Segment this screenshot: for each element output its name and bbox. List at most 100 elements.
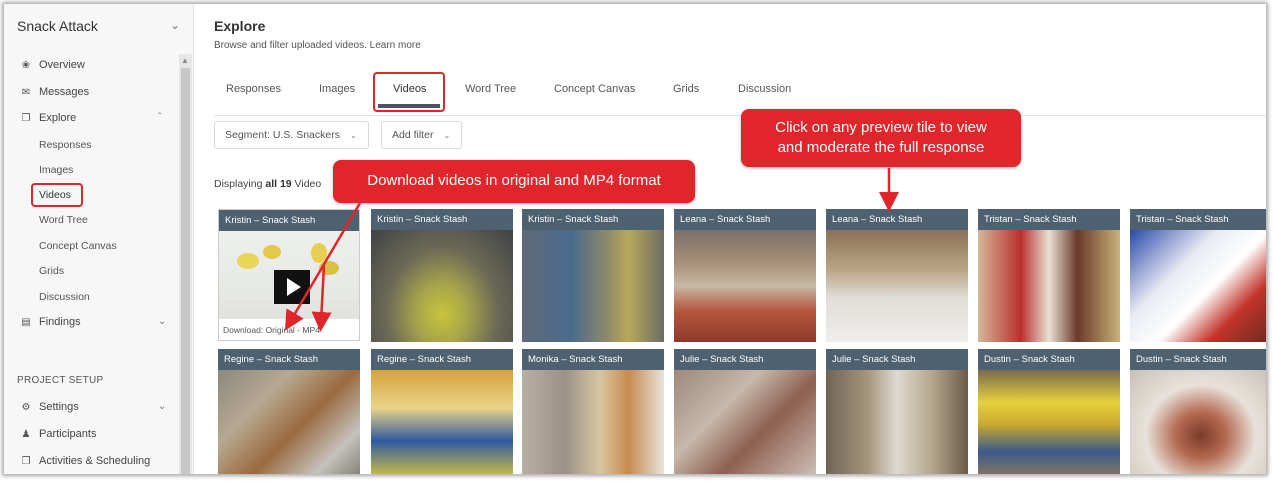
- video-thumbnail: [1130, 370, 1266, 474]
- video-tile[interactable]: Leana – Snack Stash: [674, 209, 816, 342]
- person-icon: ♟: [21, 428, 31, 440]
- chevron-down-icon[interactable]: ⌄: [158, 316, 166, 327]
- tab-discussion[interactable]: Discussion: [738, 83, 791, 95]
- copy-icon: ❐: [21, 112, 31, 124]
- tab-images[interactable]: Images: [319, 83, 355, 95]
- sidebar-item-grids[interactable]: Grids: [39, 265, 64, 277]
- tile-title: Leana – Snack Stash: [674, 209, 816, 230]
- add-filter-button[interactable]: Add filter ⌄: [381, 121, 462, 149]
- sidebar-item-responses[interactable]: Responses: [39, 139, 92, 151]
- sidebar-item-label: Explore: [39, 112, 77, 124]
- tab-bar: Responses Images Videos Word Tree Concep…: [214, 68, 1266, 116]
- video-thumbnail: [826, 230, 968, 342]
- download-callout: Download videos in original and MP4 form…: [333, 160, 695, 203]
- video-thumbnail: [218, 370, 360, 474]
- sidebar-item-images[interactable]: Images: [39, 164, 73, 176]
- video-tile[interactable]: Tristan – Snack Stash: [978, 209, 1120, 342]
- video-tile[interactable]: Kristin – Snack Stash: [522, 209, 664, 342]
- preview-callout: Click on any preview tile to view and mo…: [741, 109, 1021, 167]
- scrollbar-thumb[interactable]: [181, 68, 190, 474]
- video-tile[interactable]: Regine – Snack Stash: [218, 349, 360, 474]
- video-thumbnail: [674, 370, 816, 474]
- sidebar-item-label: Overview: [39, 59, 85, 71]
- dashboard-icon: ❀: [21, 59, 31, 71]
- tile-title: Regine – Snack Stash: [218, 349, 360, 370]
- tile-title: Kristin – Snack Stash: [371, 209, 513, 230]
- tile-title: Tristan – Snack Stash: [978, 209, 1120, 230]
- video-thumbnail: [522, 230, 664, 342]
- video-thumbnail: [522, 370, 664, 474]
- tile-title: Tristan – Snack Stash: [1130, 209, 1266, 230]
- video-tile[interactable]: Dustin – Snack Stash: [978, 349, 1120, 474]
- tab-responses[interactable]: Responses: [226, 83, 281, 95]
- tile-title: Julie – Snack Stash: [826, 349, 968, 370]
- tile-title: Kristin – Snack Stash: [522, 209, 664, 230]
- add-filter-label: Add filter: [392, 129, 434, 141]
- sidebar-item-label: Messages: [39, 86, 90, 98]
- tile-title: Regine – Snack Stash: [371, 349, 513, 370]
- gear-icon: ⚙: [21, 401, 31, 413]
- sidebar-scrollbar[interactable]: ▲: [179, 54, 192, 474]
- video-thumbnail: [371, 370, 513, 474]
- sidebar-item-messages[interactable]: ✉ Messages: [20, 86, 89, 98]
- tab-concept-canvas[interactable]: Concept Canvas: [554, 83, 635, 95]
- segment-filter[interactable]: Segment: U.S. Snackers ⌄: [214, 121, 369, 149]
- page-title: Explore: [214, 18, 266, 34]
- bar-chart-icon: ▤: [21, 316, 31, 328]
- page-subtitle: Browse and filter uploaded videos. Learn…: [214, 40, 421, 51]
- video-tile[interactable]: Leana – Snack Stash: [826, 209, 968, 342]
- tile-title: Kristin – Snack Stash: [219, 210, 359, 231]
- tile-title: Julie – Snack Stash: [674, 349, 816, 370]
- scroll-up-icon[interactable]: ▲: [181, 56, 189, 65]
- active-tab-indicator: [378, 104, 440, 108]
- mail-icon: ✉: [21, 86, 31, 98]
- section-label: PROJECT SETUP: [17, 375, 104, 386]
- video-tile[interactable]: Dustin – Snack Stash: [1130, 349, 1266, 474]
- sidebar-item-label: Settings: [39, 401, 79, 413]
- sidebar-item-concept-canvas[interactable]: Concept Canvas: [39, 240, 117, 252]
- video-tile[interactable]: Kristin – Snack Stash: [371, 209, 513, 342]
- video-thumbnail: [978, 370, 1120, 474]
- chevron-down-icon: ⌄: [349, 130, 357, 140]
- play-icon[interactable]: [274, 270, 310, 304]
- chevron-down-icon: ⌄: [443, 130, 451, 140]
- sidebar-item-participants[interactable]: ♟ Participants: [20, 428, 97, 440]
- video-thumbnail: [674, 230, 816, 342]
- video-tile[interactable]: Julie – Snack Stash: [826, 349, 968, 474]
- sidebar-item-label: Participants: [39, 428, 97, 440]
- tile-title: Monika – Snack Stash: [522, 349, 664, 370]
- sidebar-item-activities[interactable]: ❐ Activities & Scheduling: [20, 455, 151, 467]
- project-name[interactable]: Snack Attack: [17, 18, 98, 34]
- video-tile[interactable]: Regine – Snack Stash: [371, 349, 513, 474]
- display-count: all 19: [265, 178, 292, 190]
- tile-title: Dustin – Snack Stash: [1130, 349, 1266, 370]
- video-thumbnail: [371, 230, 513, 342]
- copy-icon: ❐: [21, 455, 31, 467]
- sidebar-item-discussion[interactable]: Discussion: [39, 291, 90, 303]
- sidebar: Snack Attack ⌄ ❀ Overview ✉ Messages ❐ E…: [4, 4, 194, 474]
- tile-title: Dustin – Snack Stash: [978, 349, 1120, 370]
- video-tile[interactable]: Julie – Snack Stash: [674, 349, 816, 474]
- sidebar-item-overview[interactable]: ❀ Overview: [20, 59, 85, 71]
- video-tile[interactable]: Tristan – Snack Stash: [1130, 209, 1266, 342]
- sidebar-item-explore[interactable]: ❐ Explore: [20, 112, 77, 124]
- app-window: Snack Attack ⌄ ❀ Overview ✉ Messages ❐ E…: [4, 4, 1266, 474]
- display-count-text: Displaying all 19 Video: [214, 178, 322, 190]
- video-tile[interactable]: Monika – Snack Stash: [522, 349, 664, 474]
- chevron-down-icon[interactable]: ⌄: [170, 18, 180, 32]
- chevron-down-icon[interactable]: ⌄: [158, 401, 166, 412]
- videos-highlight-box: [31, 183, 83, 207]
- sidebar-item-settings[interactable]: ⚙ Settings: [20, 401, 79, 413]
- video-thumbnail: [978, 230, 1120, 342]
- tile-title: Leana – Snack Stash: [826, 209, 968, 230]
- video-tile[interactable]: Kristin – Snack Stash Download: Original…: [218, 209, 360, 341]
- sidebar-item-label: Activities & Scheduling: [39, 455, 151, 467]
- video-thumbnail: [826, 370, 968, 474]
- download-links[interactable]: Download: Original - MP4: [219, 318, 359, 340]
- segment-filter-label: Segment: U.S. Snackers: [225, 129, 340, 141]
- chevron-up-icon[interactable]: ˆ: [158, 112, 161, 123]
- tab-word-tree[interactable]: Word Tree: [465, 83, 516, 95]
- tab-grids[interactable]: Grids: [673, 83, 699, 95]
- sidebar-item-findings[interactable]: ▤ Findings: [20, 316, 80, 328]
- sidebar-item-word-tree[interactable]: Word Tree: [39, 214, 88, 226]
